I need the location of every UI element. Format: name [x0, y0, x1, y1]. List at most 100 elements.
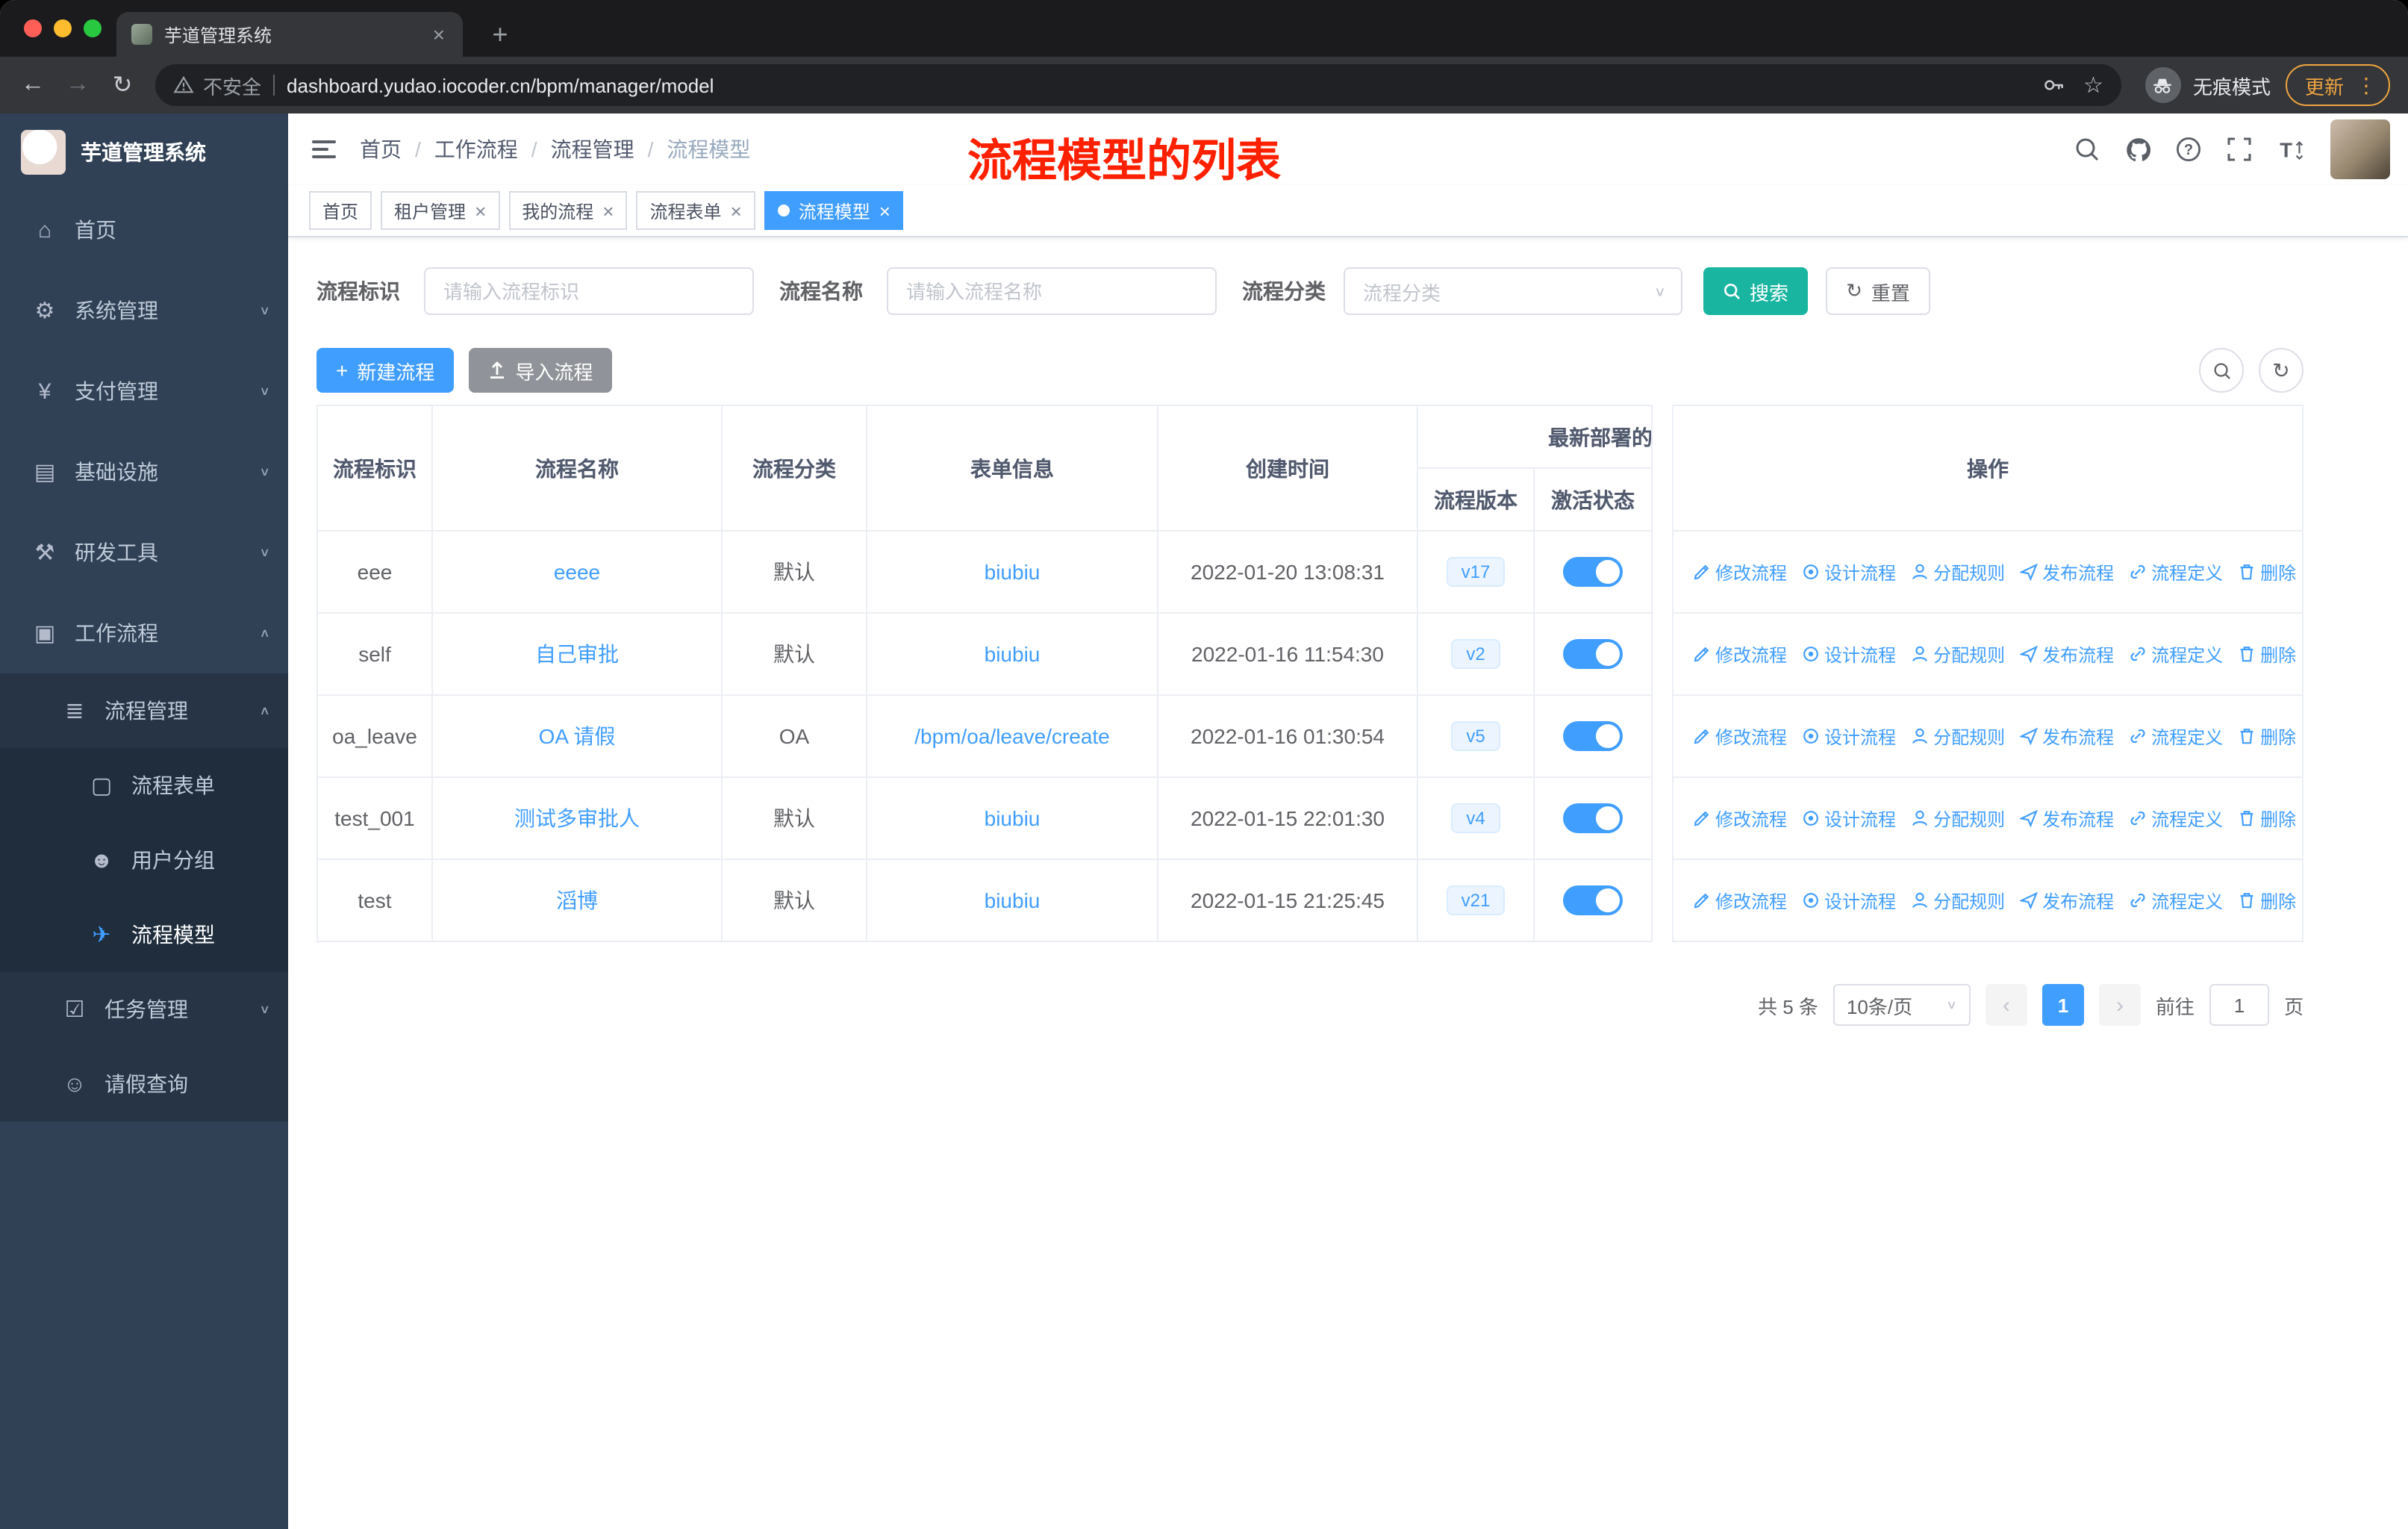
- sidebar-item-home[interactable]: ⌂ 首页: [0, 190, 288, 270]
- delete-link[interactable]: 删除: [2238, 888, 2296, 913]
- assign-rule-link[interactable]: 分配规则: [1911, 888, 2005, 913]
- view-tag[interactable]: 租户管理 ×: [381, 191, 500, 230]
- bookmark-star-icon[interactable]: ☆: [2083, 72, 2103, 99]
- process-definition-link[interactable]: 流程定义: [2129, 723, 2223, 749]
- modify-process-link[interactable]: 修改流程: [1693, 641, 1787, 667]
- process-name-input[interactable]: [887, 267, 1217, 315]
- modify-process-link[interactable]: 修改流程: [1693, 888, 1787, 913]
- url-bar[interactable]: 不安全 dashboard.yudao.iocoder.cn/bpm/manag…: [155, 64, 2121, 106]
- sidebar-item-payment-management[interactable]: ¥ 支付管理 ∨: [0, 351, 288, 432]
- process-definition-link[interactable]: 流程定义: [2129, 806, 2223, 831]
- design-process-link[interactable]: 设计流程: [1802, 641, 1896, 667]
- modify-process-link[interactable]: 修改流程: [1693, 559, 1787, 585]
- search-button[interactable]: 搜索: [1703, 267, 1808, 315]
- assign-rule-link[interactable]: 分配规则: [1911, 723, 2005, 749]
- password-key-icon[interactable]: [2042, 73, 2065, 97]
- sidebar-item-dev-tools[interactable]: ⚒ 研发工具 ∨: [0, 512, 288, 593]
- assign-rule-link[interactable]: 分配规则: [1911, 641, 2005, 667]
- active-toggle[interactable]: [1563, 557, 1623, 587]
- macos-minimize-button[interactable]: [54, 19, 72, 37]
- search-icon[interactable]: [2071, 133, 2103, 166]
- view-tag[interactable]: 首页: [309, 191, 372, 230]
- form-info-link[interactable]: /bpm/oa/leave/create: [914, 724, 1110, 748]
- assign-rule-link[interactable]: 分配规则: [1911, 559, 2005, 585]
- delete-link[interactable]: 删除: [2238, 559, 2296, 585]
- forward-icon[interactable]: →: [57, 64, 99, 106]
- reset-button[interactable]: ↻ 重置: [1826, 267, 1930, 315]
- reload-icon[interactable]: ↻: [102, 64, 143, 106]
- publish-process-link[interactable]: 发布流程: [2020, 888, 2114, 913]
- security-status[interactable]: 不安全: [173, 71, 261, 99]
- page-size-select[interactable]: 10条/页 ∨: [1832, 984, 1971, 1026]
- macos-close-button[interactable]: [24, 19, 42, 37]
- process-definition-link[interactable]: 流程定义: [2129, 888, 2223, 913]
- active-toggle[interactable]: [1563, 803, 1623, 833]
- form-info-link[interactable]: biubiu: [985, 642, 1041, 666]
- design-process-link[interactable]: 设计流程: [1802, 723, 1896, 749]
- new-tab-button[interactable]: +: [481, 15, 520, 54]
- close-icon[interactable]: ×: [879, 201, 890, 220]
- user-avatar[interactable]: [2330, 119, 2390, 179]
- browser-tab[interactable]: 芋道管理系统 ×: [116, 12, 463, 57]
- process-definition-link[interactable]: 流程定义: [2129, 641, 2223, 667]
- close-icon[interactable]: ×: [731, 201, 742, 220]
- toggle-search-button[interactable]: [2199, 348, 2244, 393]
- hamburger-icon[interactable]: [288, 140, 360, 158]
- breadcrumb-item[interactable]: 首页: [360, 134, 402, 164]
- modify-process-link[interactable]: 修改流程: [1693, 806, 1787, 831]
- import-process-button[interactable]: 导入流程: [469, 348, 613, 393]
- breadcrumb-item[interactable]: 流程管理: [551, 134, 634, 164]
- form-info-link[interactable]: biubiu: [985, 560, 1041, 584]
- form-info-link[interactable]: biubiu: [985, 888, 1041, 912]
- active-toggle[interactable]: [1563, 721, 1623, 751]
- design-process-link[interactable]: 设计流程: [1802, 806, 1896, 831]
- publish-process-link[interactable]: 发布流程: [2020, 641, 2114, 667]
- sidebar-item-process-model[interactable]: ✈ 流程模型: [0, 897, 288, 972]
- process-name-link[interactable]: 测试多审批人: [514, 803, 640, 833]
- category-select[interactable]: 流程分类 ∨: [1344, 267, 1682, 315]
- delete-link[interactable]: 删除: [2238, 806, 2296, 831]
- sidebar-item-infrastructure[interactable]: ▤ 基础设施 ∨: [0, 432, 288, 512]
- font-size-icon[interactable]: T: [2274, 133, 2306, 166]
- process-definition-link[interactable]: 流程定义: [2129, 559, 2223, 585]
- update-chip[interactable]: 更新 ⋮: [2285, 64, 2390, 106]
- app-logo[interactable]: 芋道管理系统: [0, 113, 288, 190]
- sidebar-item-task-management[interactable]: ☑ 任务管理 ∨: [0, 972, 288, 1047]
- active-toggle[interactable]: [1563, 885, 1623, 915]
- goto-page-input[interactable]: [2209, 984, 2269, 1026]
- sidebar-item-process-form[interactable]: ▢ 流程表单: [0, 748, 288, 823]
- view-tag[interactable]: 流程模型 ×: [764, 191, 904, 230]
- prev-page-button[interactable]: ‹: [1985, 984, 2027, 1026]
- active-toggle[interactable]: [1563, 639, 1623, 669]
- publish-process-link[interactable]: 发布流程: [2020, 559, 2114, 585]
- process-key-input[interactable]: [424, 267, 754, 315]
- delete-link[interactable]: 删除: [2238, 723, 2296, 749]
- process-name-link[interactable]: OA 请假: [539, 721, 616, 751]
- publish-process-link[interactable]: 发布流程: [2020, 806, 2114, 831]
- tab-close-icon[interactable]: ×: [430, 22, 448, 46]
- close-icon[interactable]: ×: [475, 201, 486, 220]
- sidebar-item-process-management[interactable]: ≣ 流程管理 ∧: [0, 673, 288, 748]
- macos-zoom-button[interactable]: [84, 19, 102, 37]
- design-process-link[interactable]: 设计流程: [1802, 559, 1896, 585]
- browser-menu-icon[interactable]: ⋮: [2356, 72, 2377, 98]
- sidebar-item-user-group[interactable]: ☻ 用户分组: [0, 823, 288, 897]
- sidebar-item-system-management[interactable]: ⚙ 系统管理 ∨: [0, 270, 288, 351]
- sidebar-item-workflow[interactable]: ▣ 工作流程 ∧: [0, 593, 288, 673]
- help-icon[interactable]: ?: [2172, 133, 2205, 166]
- close-icon[interactable]: ×: [602, 201, 614, 220]
- fullscreen-icon[interactable]: [2223, 133, 2256, 166]
- refresh-table-button[interactable]: ↻: [2259, 348, 2303, 393]
- github-icon[interactable]: [2121, 133, 2154, 166]
- process-name-link[interactable]: 自己审批: [535, 639, 619, 669]
- next-page-button[interactable]: ›: [2098, 984, 2141, 1026]
- modify-process-link[interactable]: 修改流程: [1693, 723, 1787, 749]
- breadcrumb-item[interactable]: 工作流程: [434, 134, 518, 164]
- view-tag[interactable]: 我的流程 ×: [508, 191, 628, 230]
- view-tag[interactable]: 流程表单 ×: [636, 191, 755, 230]
- sidebar-item-leave-query[interactable]: ☺ 请假查询: [0, 1047, 288, 1121]
- process-name-link[interactable]: 滔博: [556, 885, 598, 915]
- assign-rule-link[interactable]: 分配规则: [1911, 806, 2005, 831]
- delete-link[interactable]: 删除: [2238, 641, 2296, 667]
- design-process-link[interactable]: 设计流程: [1802, 888, 1896, 913]
